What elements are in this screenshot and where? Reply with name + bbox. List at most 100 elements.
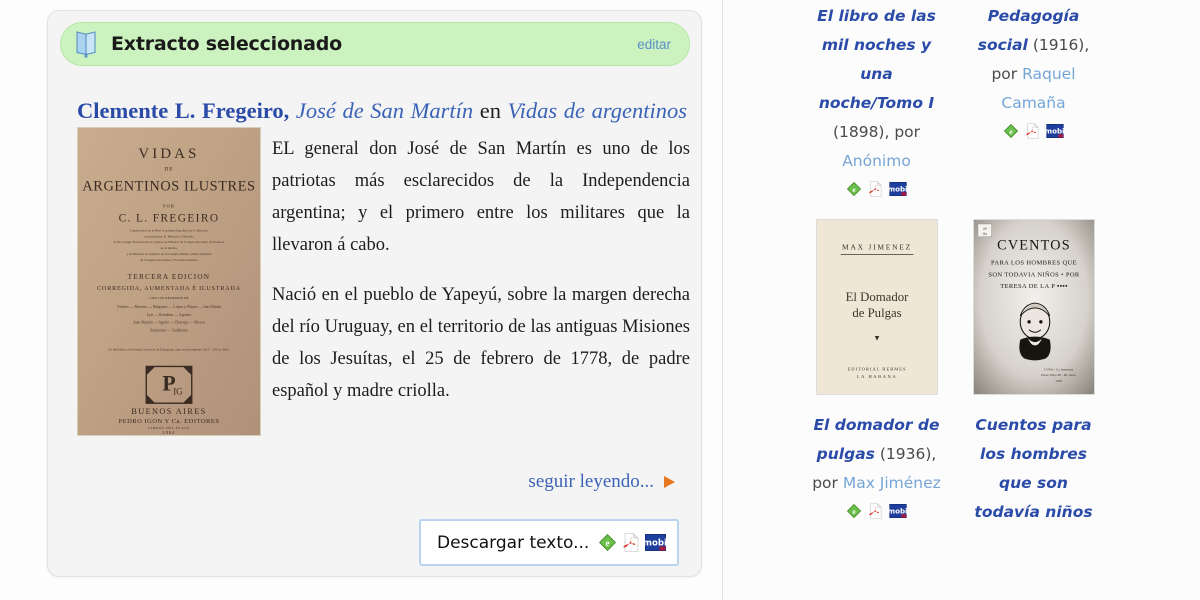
selected-excerpt-card: Extracto seleccionado editar Clemente L.… — [47, 10, 702, 577]
svg-text:EDITORIAL HERMES: EDITORIAL HERMES — [847, 366, 906, 371]
related-book-author[interactable]: Anónimo — [842, 152, 911, 170]
related-book-caption: El libro de las mil noches y una noche/T… — [809, 2, 944, 176]
related-book-year: (1916), — [1032, 36, 1090, 54]
mobi-icon[interactable]: mobi — [645, 534, 667, 551]
epub-icon[interactable]: e — [846, 182, 861, 196]
svg-text:C. L. FREGEIRO: C. L. FREGEIRO — [119, 212, 220, 224]
related-row: El libro de las mil noches y una noche/T… — [723, 2, 1200, 197]
svg-text:LA HABANA: LA HABANA — [856, 374, 896, 379]
svg-text:de Pulgas: de Pulgas — [852, 306, 901, 320]
epub-icon[interactable]: e — [599, 534, 617, 551]
svg-text:BUENOS AIRES: BUENOS AIRES — [131, 407, 206, 416]
edit-link[interactable]: editar — [637, 37, 671, 52]
excerpt-card-title: Extracto seleccionado — [111, 33, 343, 55]
svg-text:Juan Ramón — Agrelo — Dorrego: Juan Ramón — Agrelo — Dorrego — Rivera — [133, 320, 205, 325]
download-text-button[interactable]: Descargar texto... e mobi — [419, 519, 679, 566]
work-cover-image: VIDAS DE ARGENTINOS ILUSTRES POR C. L. F… — [77, 127, 261, 436]
svg-text:VIDAS: VIDAS — [138, 146, 199, 162]
mobi-icon[interactable]: mobi — [889, 182, 907, 196]
related-book-caption: Cuentos para los hombres que son todavía… — [966, 411, 1101, 527]
download-label: Descargar texto... — [437, 532, 590, 553]
related-book-by-label: por — [812, 474, 838, 492]
main-column: Extracto seleccionado editar Clemente L.… — [0, 0, 722, 600]
svg-text:mobi: mobi — [889, 506, 907, 515]
svg-text:DE: DE — [164, 167, 173, 173]
svg-text:PARA LOS HOMBRES QUE: PARA LOS HOMBRES QUE — [991, 259, 1077, 266]
related-format-icons: e mobi — [809, 181, 944, 197]
related-book-item: El domador de pulgas (1936), por Max Jim… — [809, 411, 944, 527]
svg-text:Vieytes — Moreno — Belgrano —: Vieytes — Moreno — Belgrano — López y Pl… — [117, 304, 221, 309]
related-book-by-label: por — [991, 65, 1018, 83]
svg-text:IG: IG — [173, 386, 183, 396]
related-book-item: MAX JIMENEZ El Domador de Pulgas ▼ EDITO… — [809, 219, 944, 395]
related-book-cover-image[interactable]: 29 Go CVENTOS PARA LOS HOMBRES QUE SON T… — [972, 219, 1095, 395]
related-book-caption: El domador de pulgas (1936), por Max Jim… — [809, 411, 944, 498]
work-cover-thumbnail[interactable]: VIDAS DE ARGENTINOS ILUSTRES POR C. L. F… — [77, 127, 261, 436]
related-book-by-label: por — [894, 123, 921, 141]
pdf-icon[interactable] — [868, 503, 882, 519]
continue-reading-row[interactable]: seguir leyendo... — [528, 471, 677, 493]
svg-text:CVBA • Ca. Imprenta: CVBA • Ca. Imprenta — [1043, 367, 1073, 371]
download-format-icons: e mobi — [599, 533, 667, 552]
related-book-year: (1898), — [832, 123, 890, 141]
page-root: Extracto seleccionado editar Clemente L.… — [0, 0, 1200, 600]
svg-text:29: 29 — [982, 227, 986, 231]
mobi-icon[interactable]: mobi — [889, 504, 907, 518]
excerpt-paragraph: Nació en el pueblo de Yapeyú, sobre la m… — [272, 285, 690, 401]
svg-text:MAX JIMENEZ: MAX JIMENEZ — [842, 243, 912, 252]
work-author-link[interactable]: Clemente L. Fregeiro — [77, 98, 284, 123]
mobi-icon[interactable]: mobi — [1046, 124, 1064, 138]
related-book-author[interactable]: Max Jiménez — [843, 474, 941, 492]
related-books-sidebar: El libro de las mil noches y una noche/T… — [723, 0, 1200, 600]
pdf-icon[interactable] — [868, 181, 882, 197]
related-book-item: Pedagogía social (1916), por Raquel Cama… — [966, 2, 1101, 197]
related-format-icons: e mobi — [809, 503, 944, 519]
svg-text:1936: 1936 — [1055, 379, 1062, 383]
svg-text:POR: POR — [163, 203, 175, 208]
svg-text:Go: Go — [982, 232, 987, 236]
svg-text:TERESA DE LA P ▪▪▪▪: TERESA DE LA P ▪▪▪▪ — [1000, 283, 1068, 290]
svg-text:1904: 1904 — [163, 430, 176, 435]
svg-text:TERCERA EDICION: TERCERA EDICION — [128, 272, 211, 281]
svg-text:de Colegios nacionales y Escue: de Colegios nacionales y Escuela normale… — [140, 258, 198, 262]
work-connector: en — [479, 98, 501, 123]
svg-text:Sarmiento — Guillermo: Sarmiento — Guillermo — [150, 328, 188, 333]
continue-reading-link[interactable]: seguir leyendo... — [528, 471, 654, 493]
epub-icon[interactable]: e — [846, 504, 861, 518]
book-icon — [76, 31, 96, 58]
svg-text:PEDRO IGON Y Ca. EDITORES: PEDRO IGON Y Ca. EDITORES — [118, 418, 219, 425]
svg-text:e: e — [606, 538, 610, 548]
related-row: MAX JIMENEZ El Domador de Pulgas ▼ EDITO… — [723, 219, 1200, 395]
excerpt-paragraph: EL general don José de San Martín es uno… — [272, 139, 690, 255]
svg-text:ARGENTINOS ILUSTRES: ARGENTINOS ILUSTRES — [82, 179, 255, 195]
related-book-cover-image[interactable]: MAX JIMENEZ El Domador de Pulgas ▼ EDITO… — [815, 219, 938, 395]
related-book-title[interactable]: Cuentos para los hombres que son todavía… — [974, 416, 1092, 521]
svg-text:CORREGIDA, AUMENTADA É ILUSTRA: CORREGIDA, AUMENTADA É ILUSTRADA — [97, 284, 241, 292]
svg-text:▼: ▼ — [873, 334, 881, 343]
svg-text:correspdiente. R. Historia y F: correspdiente. R. Historia y Filosofía — [144, 234, 194, 238]
excerpt-card-header: Extracto seleccionado editar — [60, 22, 690, 66]
related-books-grid: El libro de las mil noches y una noche/T… — [723, 0, 1200, 527]
triangle-right-icon — [664, 476, 675, 488]
excerpt-text: EL general don José de San Martín es uno… — [272, 133, 690, 425]
related-format-icons: e mobi — [966, 123, 1101, 139]
pdf-icon[interactable] — [1025, 123, 1039, 139]
svg-text:CVENTOS: CVENTOS — [997, 238, 1071, 254]
svg-text:Lytt — Rondeau — Aguirre: Lytt — Rondeau — Aguirre — [147, 312, 192, 317]
work-title-comma: , — [283, 98, 290, 123]
svg-text:CON LOS RETRATOS DE: CON LOS RETRATOS DE — [149, 296, 188, 300]
related-row: El domador de pulgas (1936), por Max Jim… — [723, 411, 1200, 527]
related-book-item: El libro de las mil noches y una noche/T… — [809, 2, 944, 197]
related-book-item: Cuentos para los hombres que son todavía… — [966, 411, 1101, 527]
svg-text:mobi: mobi — [1046, 126, 1064, 135]
epub-icon[interactable]: e — [1003, 124, 1018, 138]
related-book-item: 29 Go CVENTOS PARA LOS HOMBRES QUE SON T… — [966, 219, 1101, 395]
svg-text:SON TODAVIA NIÑOS • POR: SON TODAVIA NIÑOS • POR — [988, 270, 1080, 278]
work-piece-link[interactable]: José de San Martín — [296, 98, 473, 123]
related-book-title[interactable]: El libro de las mil noches y una noche/T… — [817, 7, 936, 112]
related-book-caption: Pedagogía social (1916), por Raquel Cama… — [966, 2, 1101, 118]
related-book-year: (1936), — [879, 445, 937, 463]
pdf-icon[interactable] — [622, 533, 640, 552]
svg-text:El Domador: El Domador — [845, 290, 908, 304]
svg-text:mobi: mobi — [889, 184, 907, 193]
